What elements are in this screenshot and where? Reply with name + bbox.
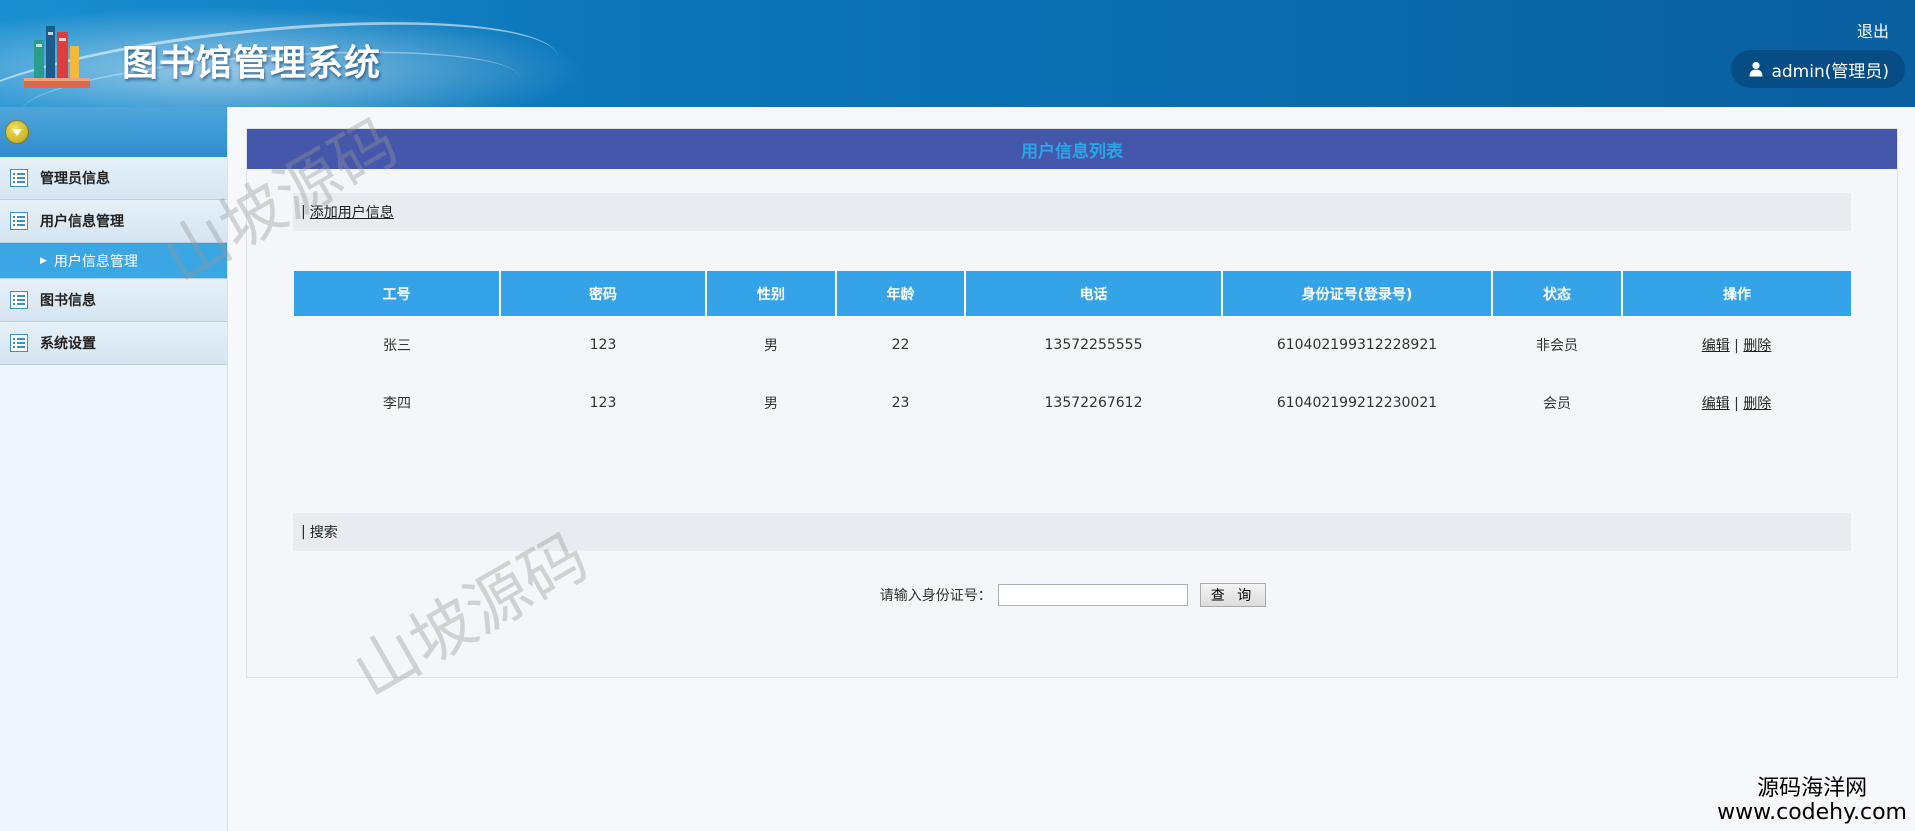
sidebar-item-label: 用户信息管理: [40, 214, 124, 230]
search-form: 请输入身份证号： 查 询: [247, 583, 1899, 607]
column-header: 身份证号(登录号): [1222, 271, 1493, 316]
corner-watermark-line2: www.codehy.com: [1717, 799, 1907, 825]
column-header: 电话: [965, 271, 1223, 316]
cell-status: 非会员: [1536, 338, 1578, 354]
current-user-label: admin(管理员): [1771, 61, 1889, 82]
cell-phone: 13572267612: [1044, 395, 1143, 411]
sidebar-item-label: 图书信息: [40, 293, 96, 309]
corner-watermark-line1: 源码海洋网: [1757, 775, 1868, 801]
list-icon: [10, 212, 28, 230]
list-icon: [10, 334, 28, 352]
main-panel: 用户信息列表 | 添加用户信息 工号 密码 性别 年龄 电话 身份证号(登录号)…: [246, 128, 1898, 678]
cell-password: 123: [589, 337, 617, 353]
collapse-toggle-icon[interactable]: [5, 120, 29, 144]
add-section-bar: | 添加用户信息: [293, 193, 1851, 231]
table-header-row: 工号 密码 性别 年龄 电话 身份证号(登录号) 状态 操作: [294, 271, 1851, 316]
sidebar-subitem-label: 用户信息管理: [53, 253, 138, 270]
section-separator: |: [301, 204, 306, 220]
search-button[interactable]: 查 询: [1199, 583, 1267, 607]
cell-id-card: 610402199312228921: [1276, 337, 1438, 353]
user-table: 工号 密码 性别 年龄 电话 身份证号(登录号) 状态 操作 张三 123 男 …: [294, 271, 1851, 432]
corner-watermark: 源码海洋网 www.codehy.com: [1717, 775, 1907, 825]
id-card-search-input[interactable]: [997, 584, 1188, 606]
column-header: 工号: [294, 271, 501, 316]
search-label: 请输入身份证号：: [879, 588, 992, 604]
panel-title: 用户信息列表: [247, 129, 1897, 169]
add-user-link[interactable]: 添加用户信息: [310, 202, 394, 222]
search-section-title: 搜索: [309, 525, 338, 541]
books-logo-icon: [24, 26, 90, 88]
cell-id-card: 610402199212230021: [1276, 395, 1438, 411]
list-icon: [10, 291, 28, 309]
cell-id: 张三: [383, 338, 411, 354]
cell-actions: 编辑 | 删除: [1622, 316, 1851, 374]
cell-actions: 编辑 | 删除: [1622, 374, 1851, 432]
sidebar: 管理员信息 用户信息管理 ▶ 用户信息管理 图书信息 系统设置: [0, 107, 228, 831]
delete-link[interactable]: 删除: [1743, 338, 1771, 354]
action-separator: |: [1734, 338, 1739, 354]
sidebar-subitem-user-management[interactable]: ▶ 用户信息管理: [0, 243, 227, 279]
current-user-badge[interactable]: admin(管理员): [1731, 50, 1905, 88]
list-icon: [10, 169, 28, 187]
delete-link[interactable]: 删除: [1743, 396, 1771, 412]
sidebar-item-label: 管理员信息: [40, 171, 110, 187]
sidebar-item-user-management[interactable]: 用户信息管理: [0, 200, 227, 243]
search-section-bar: | 搜索: [293, 513, 1851, 551]
table-row: 张三 123 男 22 13572255555 6104021993122289…: [294, 316, 1851, 374]
column-header: 年龄: [836, 271, 966, 316]
sidebar-item-label: 系统设置: [40, 336, 96, 352]
sidebar-header: [0, 107, 227, 157]
cell-status: 会员: [1543, 396, 1571, 412]
app-header: 图书馆管理系统 退出 admin(管理员): [0, 0, 1915, 107]
column-header: 操作: [1622, 271, 1851, 316]
section-separator: |: [301, 524, 306, 540]
logout-link[interactable]: 退出: [1857, 18, 1889, 42]
cell-age: 22: [891, 337, 910, 353]
column-header: 状态: [1492, 271, 1623, 316]
user-icon: [1749, 61, 1763, 77]
column-header: 性别: [706, 271, 837, 316]
app-title: 图书馆管理系统: [122, 43, 382, 84]
cell-phone: 13572255555: [1044, 337, 1143, 353]
edit-link[interactable]: 编辑: [1702, 396, 1730, 412]
sidebar-item-system-settings[interactable]: 系统设置: [0, 322, 227, 365]
sidebar-item-book-info[interactable]: 图书信息: [0, 279, 227, 322]
cell-password: 123: [589, 395, 617, 411]
sidebar-item-admin-info[interactable]: 管理员信息: [0, 157, 227, 200]
cell-id: 李四: [383, 396, 411, 412]
cell-gender: 男: [764, 396, 778, 412]
table-row: 李四 123 男 23 13572267612 6104021992122300…: [294, 374, 1851, 432]
caret-right-icon: ▶: [40, 255, 47, 266]
action-separator: |: [1734, 396, 1739, 412]
cell-gender: 男: [764, 338, 778, 354]
column-header: 密码: [500, 271, 707, 316]
cell-age: 23: [891, 395, 910, 411]
edit-link[interactable]: 编辑: [1702, 338, 1730, 354]
